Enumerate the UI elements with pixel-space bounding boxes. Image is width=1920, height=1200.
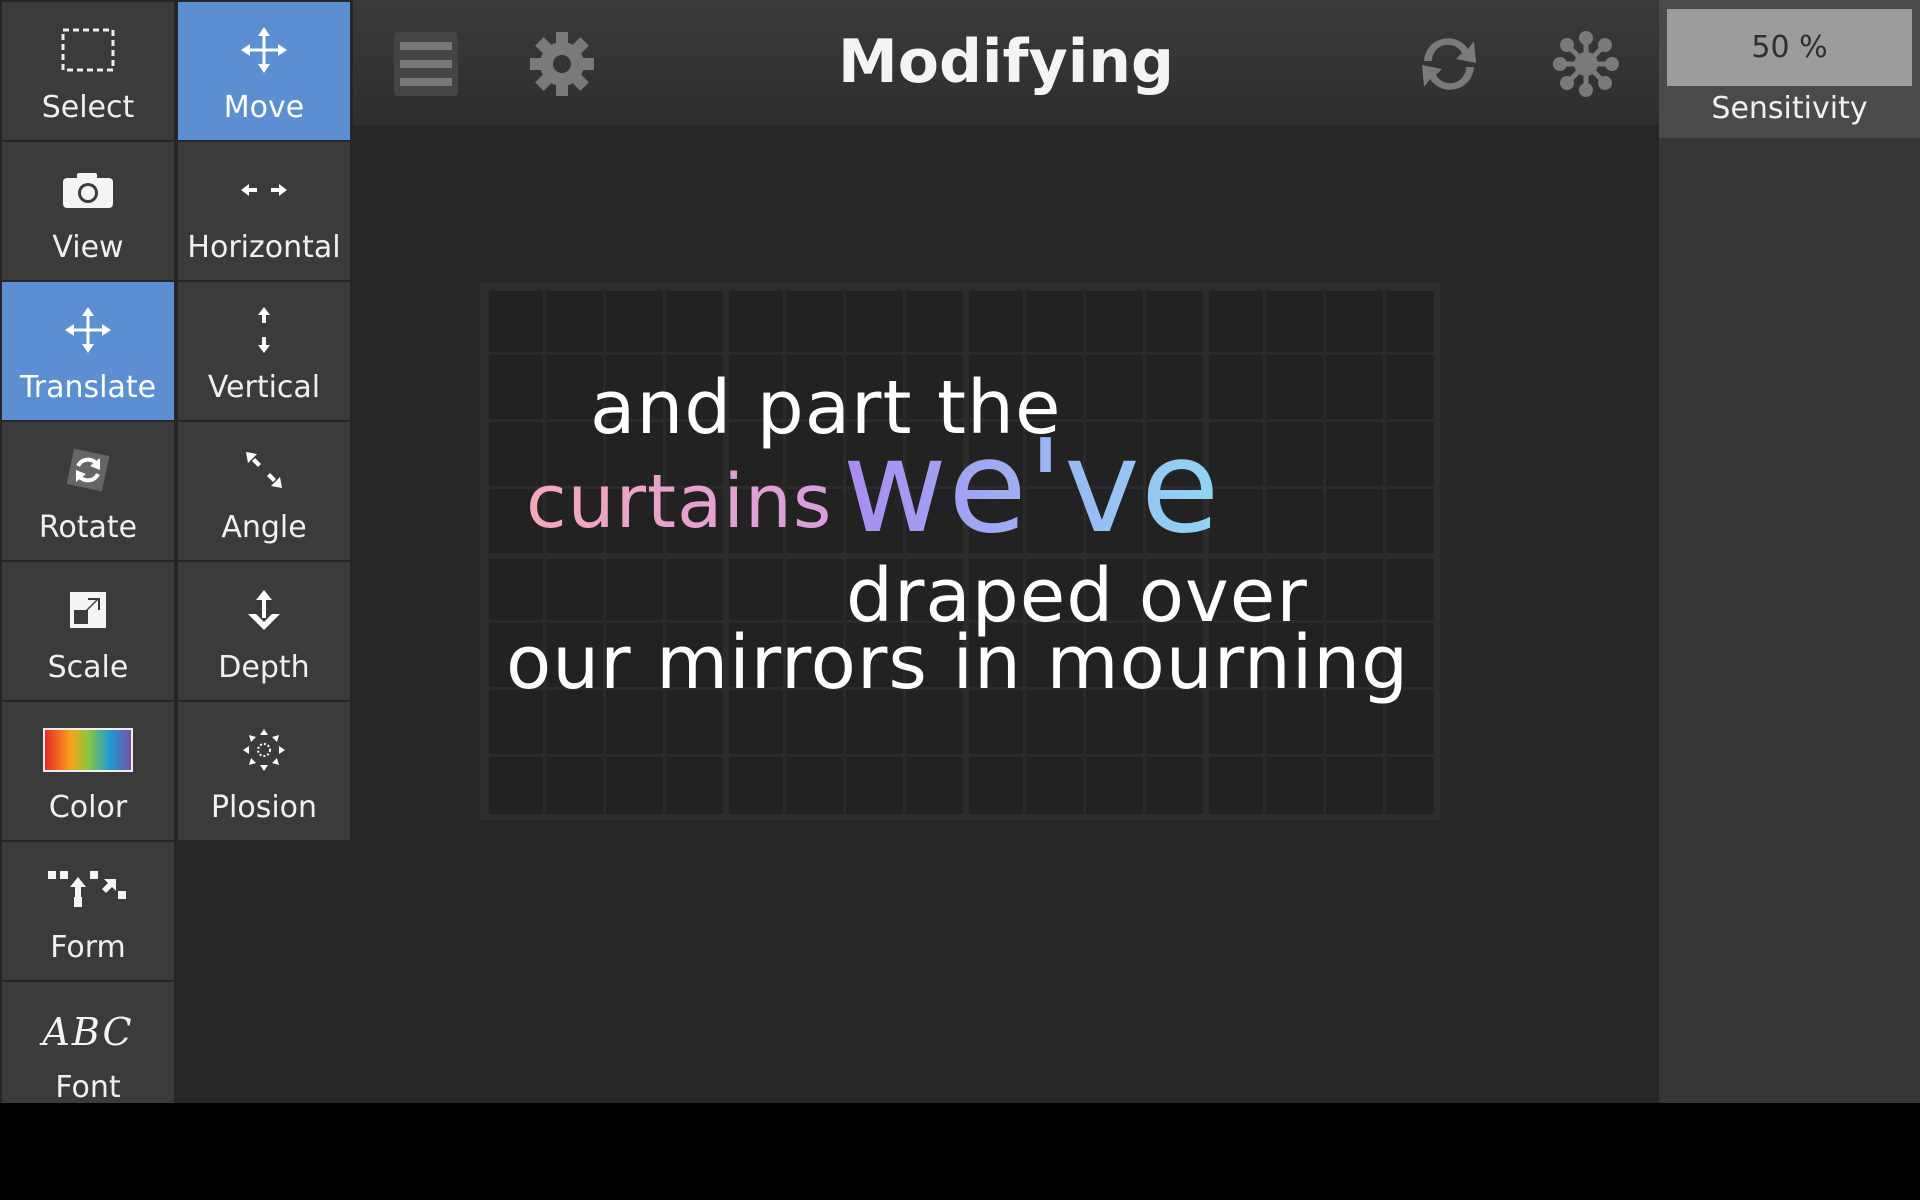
sensitivity-value[interactable]: 50 % — [1667, 9, 1912, 86]
lyric-line-4: our mirrors in mourning — [506, 620, 1410, 706]
select-icon — [61, 28, 115, 72]
font-icon: ABC — [42, 1010, 134, 1054]
tool-horizontal-button[interactable]: Horizontal — [178, 142, 350, 280]
sync-icon — [1422, 38, 1476, 90]
network-icon — [1553, 31, 1619, 97]
tool-translate-label: Translate — [19, 370, 157, 405]
tool-form-button[interactable]: Form — [2, 842, 174, 980]
sensitivity-label: Sensitivity — [1711, 91, 1868, 126]
lyric-word-curtains: curtains — [526, 459, 833, 545]
form-icon — [48, 871, 126, 907]
tool-select-label: Select — [41, 90, 135, 125]
move-arrows-icon — [241, 27, 287, 73]
lyric-word-weve: we've — [842, 413, 1221, 562]
tool-rotate-label: Rotate — [38, 510, 138, 545]
camera-icon — [63, 173, 113, 208]
empty-tool-slot — [178, 842, 350, 1103]
tool-view-button[interactable]: View — [2, 142, 174, 280]
tool-depth-button[interactable]: Depth — [178, 562, 350, 700]
tool-translate-button[interactable]: Translate — [2, 282, 174, 420]
right-panel: 50 % Sensitivity — [1659, 0, 1920, 1103]
angle-arrows-icon — [246, 452, 282, 488]
plosion-icon — [243, 729, 285, 771]
vertical-arrows-icon — [258, 307, 270, 353]
color-spectrum-icon — [43, 728, 133, 772]
sync-button[interactable] — [1409, 24, 1489, 104]
rotate-icon — [66, 448, 110, 492]
tool-move-button[interactable]: Move — [178, 2, 350, 140]
tool-scale-label: Scale — [47, 650, 129, 685]
tool-rotate-button[interactable]: Rotate — [2, 422, 174, 560]
header-bar: Modifying — [353, 0, 1659, 125]
tool-horizontal-label: Horizontal — [187, 230, 341, 265]
sensitivity-control[interactable]: 50 % Sensitivity — [1659, 0, 1920, 138]
lyric-line-2: curtainswe've — [526, 424, 1221, 552]
move-arrows-icon — [65, 307, 111, 353]
network-button[interactable] — [1546, 24, 1626, 104]
tool-plosion-label: Plosion — [210, 790, 318, 825]
tool-form-label: Form — [50, 930, 126, 965]
scale-icon — [70, 592, 106, 628]
tool-plosion-button[interactable]: Plosion — [178, 702, 350, 840]
tool-select-button[interactable]: Select — [2, 2, 174, 140]
tool-font-button[interactable]: ABC Font — [2, 982, 174, 1103]
tool-angle-button[interactable]: Angle — [178, 422, 350, 560]
tool-color-button[interactable]: Color — [2, 702, 174, 840]
app-window: Select View Translate Rotate Scale Color… — [0, 0, 1920, 1103]
tool-scale-button[interactable]: Scale — [2, 562, 174, 700]
tool-depth-label: Depth — [218, 650, 310, 685]
tool-vertical-button[interactable]: Vertical — [178, 282, 350, 420]
tool-view-label: View — [52, 230, 124, 265]
tool-color-label: Color — [48, 790, 128, 825]
tool-angle-label: Angle — [221, 510, 307, 545]
tool-move-label: Move — [223, 90, 305, 125]
tool-vertical-label: Vertical — [207, 370, 321, 405]
depth-icon — [248, 590, 280, 630]
tool-font-label: Font — [55, 1070, 121, 1103]
bottom-bar — [0, 1103, 1920, 1200]
horizontal-arrows-icon — [241, 184, 287, 196]
